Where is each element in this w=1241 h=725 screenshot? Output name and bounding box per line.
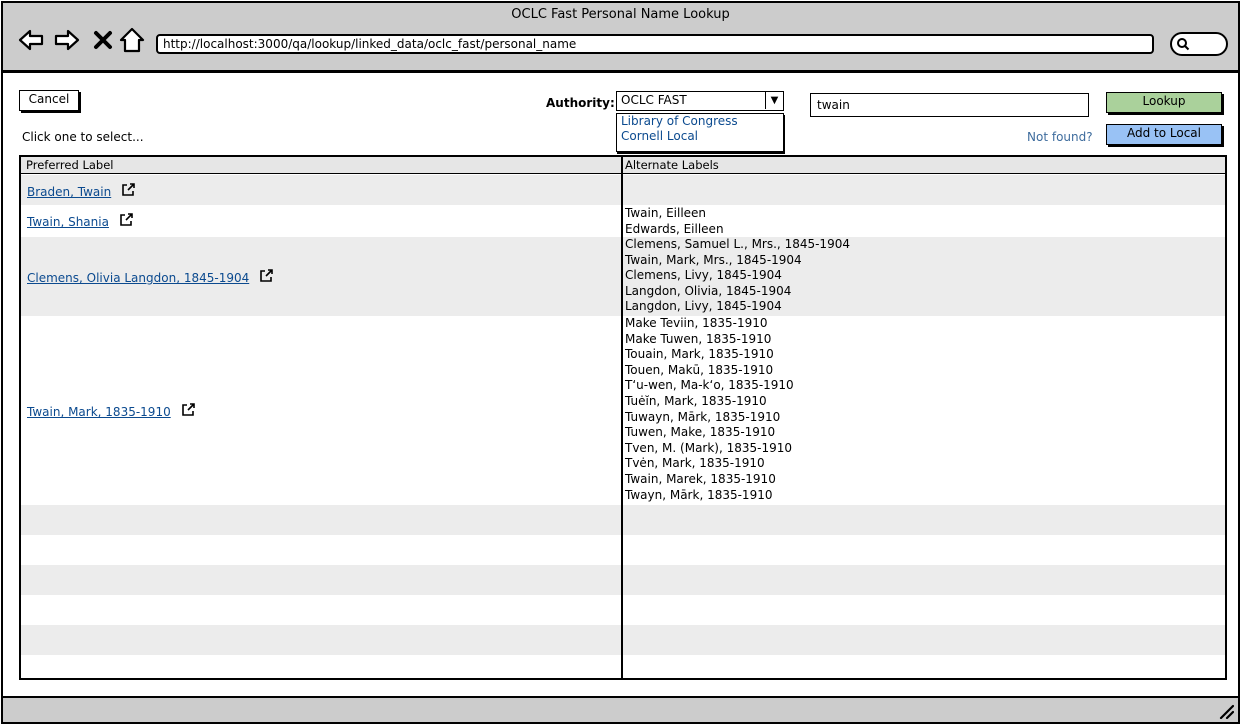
authority-select[interactable]: OCLC FAST ▼: [616, 91, 784, 111]
alternate-label: Tuwen, Make, 1835-1910: [625, 425, 776, 440]
alternate-label: Tvėn, Mark, 1835-1910: [625, 456, 765, 471]
alternate-label: Clemens, Livy, 1845-1904: [625, 268, 782, 283]
alternate-label: Twain, Marek, 1835-1910: [625, 471, 776, 486]
external-link-icon[interactable]: [119, 213, 133, 227]
home-icon[interactable]: [117, 26, 147, 54]
table-row[interactable]: Twain, Shania Twain, Eilleen Edwards, Ei…: [21, 205, 1225, 237]
authority-dropdown-list: Library of Congress Cornell Local: [616, 113, 784, 152]
column-divider: [621, 157, 623, 678]
preferred-label-link[interactable]: Twain, Shania: [27, 213, 133, 229]
table-header: Preferred Label Alternate Labels: [21, 157, 1225, 174]
header-preferred-label: Preferred Label: [26, 158, 114, 172]
empty-row: [21, 565, 1225, 595]
search-input[interactable]: twain: [810, 93, 1089, 117]
alternate-label: Edwards, Eilleen: [625, 221, 724, 236]
empty-row: [21, 655, 1225, 678]
browser-search-field[interactable]: [1170, 32, 1228, 56]
results-table: Preferred Label Alternate Labels Braden,…: [19, 155, 1227, 680]
alternate-label: Tuėĭn, Mark, 1835-1910: [625, 393, 767, 408]
alternate-label: Make Teviin, 1835-1910: [625, 316, 768, 330]
cancel-button[interactable]: Cancel: [19, 90, 79, 111]
table-row[interactable]: Braden, Twain: [21, 175, 1225, 205]
add-to-local-button[interactable]: Add to Local: [1106, 124, 1222, 145]
empty-row: [21, 505, 1225, 535]
close-icon[interactable]: [88, 26, 118, 54]
alternate-label: Touain, Mark, 1835-1910: [625, 347, 774, 362]
alternate-label: Touen, Makū, 1835-1910: [625, 362, 774, 377]
browser-window: OCLC Fast Personal Name Lookup http://lo…: [1, 1, 1240, 724]
header-alternate-labels: Alternate Labels: [625, 158, 719, 172]
alternate-label: Twain, Mark, Mrs., 1845-1904: [625, 252, 802, 267]
alternate-labels: Make Teviin, 1835-1910 Make Tuwen, 1835-…: [625, 316, 794, 503]
empty-row: [21, 595, 1225, 625]
alternate-label: Langdon, Livy, 1845-1904: [625, 299, 782, 314]
back-arrow-icon[interactable]: [16, 26, 46, 54]
chevron-down-icon[interactable]: ▼: [765, 92, 783, 109]
preferred-label-link[interactable]: Braden, Twain: [27, 183, 136, 199]
search-icon: [1177, 38, 1190, 51]
instruction-text: Click one to select...: [22, 130, 144, 144]
authority-option-library-of-congress[interactable]: Library of Congress: [617, 114, 783, 129]
preferred-label-link[interactable]: Clemens, Olivia Langdon, 1845-1904: [27, 269, 274, 285]
alternate-label: Twain, Eilleen: [625, 206, 707, 220]
authority-option-cornell-local[interactable]: Cornell Local: [617, 129, 783, 144]
alternate-label: Tven, M. (Mark), 1835-1910: [625, 440, 793, 455]
table-row[interactable]: Twain, Mark, 1835-1910 Make Teviin, 1835…: [21, 316, 1225, 505]
alternate-labels: Clemens, Samuel L., Mrs., 1845-1904 Twai…: [625, 237, 850, 315]
not-found-text: Not found?: [1027, 130, 1093, 144]
empty-row: [21, 625, 1225, 655]
authority-label: Authority:: [546, 96, 615, 110]
table-row[interactable]: Clemens, Olivia Langdon, 1845-1904 Cleme…: [21, 237, 1225, 316]
title-bar: OCLC Fast Personal Name Lookup http://lo…: [3, 3, 1238, 73]
external-link-icon[interactable]: [259, 269, 274, 283]
status-bar: [3, 696, 1238, 722]
forward-arrow-icon[interactable]: [52, 26, 82, 54]
alternate-label: Tʻu-wen, Ma-kʻo, 1835-1910: [625, 378, 794, 393]
alternate-label: Make Tuwen, 1835-1910: [625, 331, 772, 346]
alternate-label: Clemens, Samuel L., Mrs., 1845-1904: [625, 237, 850, 251]
alternate-labels: Twain, Eilleen Edwards, Eilleen: [625, 206, 724, 237]
resize-grip-icon[interactable]: [1218, 703, 1234, 719]
window-title: OCLC Fast Personal Name Lookup: [511, 7, 730, 22]
authority-selected-value: OCLC FAST: [621, 93, 687, 107]
external-link-icon[interactable]: [181, 403, 195, 417]
url-bar[interactable]: http://localhost:3000/qa/lookup/linked_d…: [156, 34, 1154, 54]
preferred-label-link[interactable]: Twain, Mark, 1835-1910: [27, 403, 195, 419]
alternate-label: Twayn, Mārk, 1835-1910: [625, 487, 773, 502]
alternate-label: Langdon, Olivia, 1845-1904: [625, 283, 792, 298]
lookup-button[interactable]: Lookup: [1106, 92, 1222, 113]
alternate-label: Tuwayn, Mārk, 1835-1910: [625, 409, 781, 424]
empty-row: [21, 535, 1225, 565]
external-link-icon[interactable]: [121, 183, 136, 197]
